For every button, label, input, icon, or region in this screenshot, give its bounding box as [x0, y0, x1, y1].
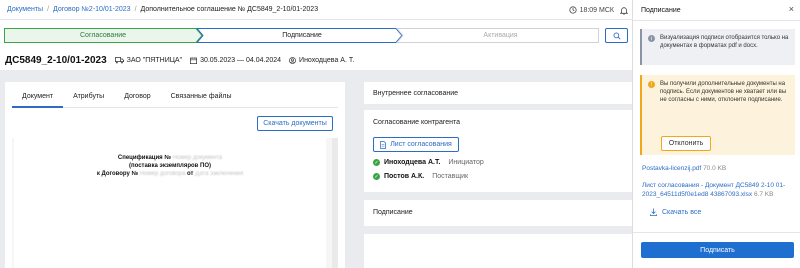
warning-icon: !: [648, 81, 655, 88]
contract-label: к Договору №: [96, 171, 139, 177]
approval-sheet-button[interactable]: Лист согласования: [373, 137, 459, 152]
counterparty-approval-card: Согласование контрагента Лист согласован…: [364, 110, 632, 192]
document-period: 30.05.2023 — 04.04.2024: [190, 57, 281, 64]
signer-name: Иноходцева А.Т.: [384, 159, 441, 166]
period-text: 30.05.2023 — 04.04.2024: [200, 56, 282, 64]
file-size: 70.0 KB: [703, 165, 727, 172]
sign-button[interactable]: Подписать: [641, 242, 794, 258]
spec-line-2: (поставка экземпляров ПО): [128, 163, 212, 169]
tab-document[interactable]: Документ: [12, 90, 64, 108]
panel-bottom-divider: [633, 232, 800, 233]
info-icon: i: [648, 35, 655, 42]
preview-scrollbar[interactable]: [332, 138, 338, 268]
owner-name: Иноходцева А. Т.: [299, 56, 355, 64]
internal-approval-title: Внутреннее согласование: [373, 90, 459, 97]
download-all-label: Скачать все: [662, 208, 702, 216]
clock-time: 18:09 МСК: [579, 6, 614, 14]
check-icon: ✓: [373, 173, 380, 180]
workflow-steps: Согласование Подписание Активация: [4, 28, 599, 43]
tab-attributes[interactable]: Атрибуты: [63, 90, 114, 108]
info-notice: i Визуализация подписи отобразится тольк…: [640, 29, 795, 65]
attached-file[interactable]: Postavka-licenzij.pdf 70.0 KB: [642, 164, 792, 173]
step-activation[interactable]: Активация: [402, 28, 599, 43]
contract-number-redacted: Номер договора: [139, 171, 186, 177]
search-button[interactable]: [605, 28, 628, 43]
calendar-icon: [190, 56, 198, 64]
document-tabs: Документ Атрибуты Договор Связанные файл…: [12, 90, 338, 108]
check-icon: ✓: [373, 159, 380, 166]
preview-page: Спецификация № Номер документа (поставка…: [14, 138, 326, 268]
panel-divider: [633, 20, 800, 21]
download-all-button[interactable]: Скачать все: [650, 208, 701, 216]
tab-contract[interactable]: Договор: [114, 90, 160, 108]
signing-panel: Подписание × i Визуализация подписи отоб…: [632, 0, 800, 268]
signer-role: Инициатор: [448, 159, 484, 166]
file-name[interactable]: Postavka-licenzij.pdf: [642, 165, 701, 172]
spec-line-1: Спецификация № Номер документа: [14, 155, 326, 161]
contract-date-prefix: от: [187, 171, 194, 177]
tab-related-files[interactable]: Связанные файлы: [161, 90, 242, 108]
breadcrumb-current: Дополнительное соглашение № ДС5849_2-10/…: [140, 6, 319, 13]
file-size: 6.7 KB: [753, 191, 774, 198]
spec-label: Спецификация №: [117, 155, 172, 161]
panel-title: Подписание: [641, 7, 681, 14]
signer-row: ✓ Постов А.К. Поставщик: [373, 173, 468, 180]
document-owner: Иноходцева А. Т.: [289, 57, 354, 64]
document-header: ДС5849_2-10/01-2023 ЗАО "ПЯТНИЦА" 30.05.…: [0, 50, 632, 70]
signer-role: Поставщик: [432, 173, 469, 180]
internal-approval-card[interactable]: Внутреннее согласование: [364, 82, 632, 104]
download-icon: [650, 208, 657, 216]
workflow-bar: Согласование Подписание Активация: [0, 20, 632, 50]
clock-icon: [568, 6, 577, 14]
document-title: ДС5849_2-10/01-2023: [5, 54, 107, 66]
close-icon[interactable]: ×: [789, 4, 794, 14]
attached-file[interactable]: Лист согласования - Документ ДС5849 2-10…: [642, 181, 792, 199]
breadcrumb-separator: /: [47, 6, 50, 13]
reject-button[interactable]: Отклонить: [661, 136, 711, 151]
top-bar: Документы / Договор №2-10/01-2023 / Допо…: [0, 0, 632, 20]
breadcrumb-documents[interactable]: Документы: [7, 6, 43, 13]
counterparty-approval-title: Согласование контрагента: [373, 119, 461, 126]
signing-card[interactable]: Подписание: [364, 200, 632, 226]
warning-text: Вы получили дополнительные документы на …: [660, 81, 787, 103]
empty-card: [364, 234, 632, 268]
signer-name: Постов А.К.: [384, 173, 425, 180]
user-icon: [289, 56, 296, 64]
breadcrumb-contract[interactable]: Договор №2-10/01-2023: [53, 6, 131, 13]
document-company: ЗАО "ПЯТНИЦА": [114, 56, 183, 64]
clock: 18:09 МСК: [568, 6, 614, 14]
topbar-right: 18:09 МСК: [568, 0, 628, 20]
contract-date-redacted: Дата заключения: [195, 171, 244, 177]
spec-line-3: к Договору № Номер договора от Дата закл…: [14, 171, 326, 177]
step-signing[interactable]: Подписание: [202, 28, 402, 43]
download-documents-button[interactable]: Скачать документы: [257, 116, 333, 131]
info-text: Визуализация подписи отобразится только …: [660, 35, 789, 49]
step-approval[interactable]: Согласование: [4, 28, 202, 43]
company-name: ЗАО "ПЯТНИЦА": [126, 56, 183, 64]
document-preview: Спецификация № Номер документа (поставка…: [12, 138, 338, 268]
signer-row: ✓ Иноходцева А.Т. Инициатор: [373, 159, 484, 166]
spec-number-redacted: Номер документа: [172, 155, 223, 161]
signing-title: Подписание: [373, 209, 413, 216]
document-icon: [380, 140, 387, 149]
search-icon: [613, 32, 621, 40]
truck-icon: [114, 56, 124, 63]
breadcrumb-separator: /: [134, 6, 137, 13]
approval-sheet-label: Лист согласования: [390, 141, 452, 148]
document-card: Документ Атрибуты Договор Связанные файл…: [5, 82, 345, 268]
bell-icon[interactable]: [620, 6, 628, 15]
